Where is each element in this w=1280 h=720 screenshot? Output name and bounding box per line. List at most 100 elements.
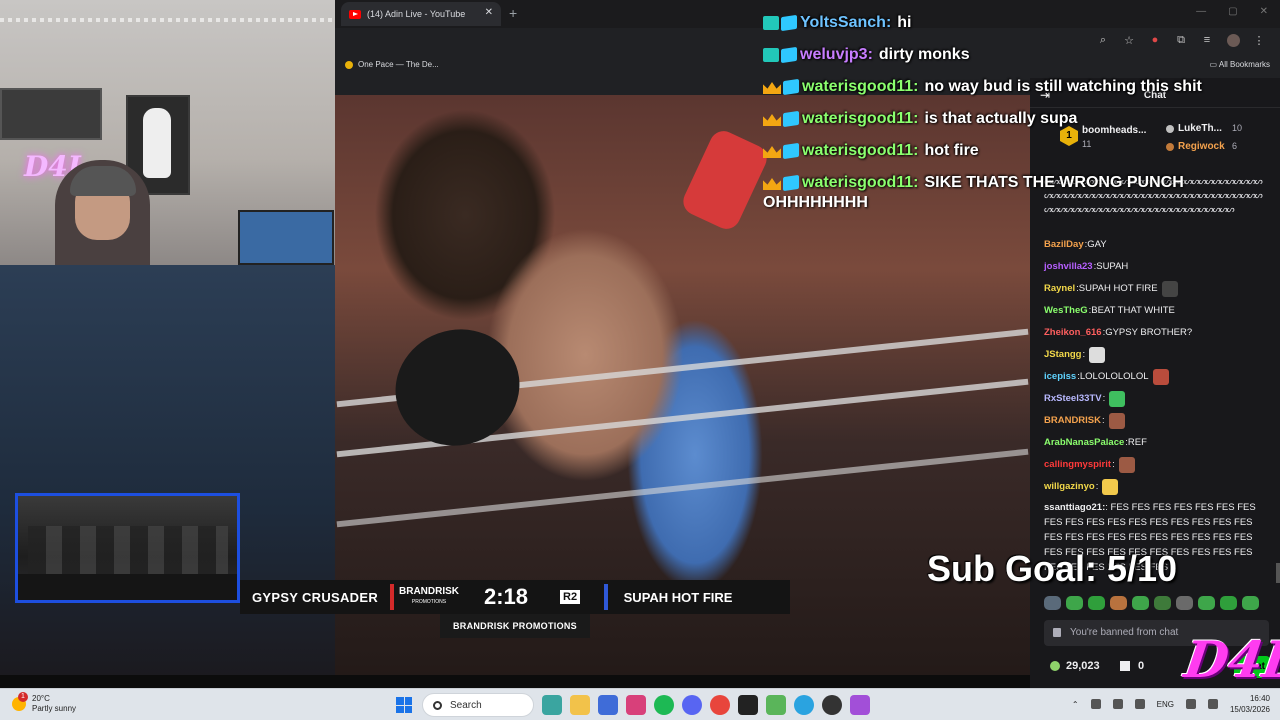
points-value: 29,023 [1066, 660, 1100, 672]
overlay-username: YoltsSanch: [800, 14, 892, 31]
emote-icon[interactable] [1044, 596, 1061, 610]
chat-text: SUPAH [1096, 261, 1129, 272]
chat-message: JStangg: [1044, 344, 1269, 366]
new-tab-button[interactable]: + [509, 5, 517, 21]
overlay-message: hi [897, 14, 912, 31]
red-app-icon[interactable] [822, 695, 842, 715]
overlay-chat-line: waterisgood11: no way bud is still watchi… [763, 76, 1263, 108]
telegram-icon[interactable] [794, 695, 814, 715]
wifi-icon[interactable] [1185, 699, 1196, 709]
chat-separator: : [1095, 481, 1099, 492]
mic-icon[interactable] [1134, 699, 1145, 709]
chat-username[interactable]: Raynel [1044, 280, 1075, 298]
volume-icon[interactable] [1207, 699, 1218, 709]
chat-message: icepiss: LOLOLOLOLOL [1044, 366, 1269, 388]
tab-close-icon[interactable]: ✕ [485, 7, 493, 18]
pc-app-icon[interactable] [738, 695, 758, 715]
overlay-chat-line: YoltsSanch: hi [763, 12, 1263, 44]
emote-icon[interactable] [1176, 596, 1193, 610]
chat-separator: : [1102, 415, 1105, 426]
chat-separator: : [1102, 393, 1106, 404]
chrome-icon[interactable] [710, 695, 730, 715]
emote-icon[interactable] [1132, 596, 1149, 610]
cube-badge-icon [781, 46, 797, 64]
chat-separator: : [1112, 459, 1115, 470]
overlay-message: SIKE THATS THE WRONG PUNCH [924, 174, 1184, 191]
emote-icon [1118, 457, 1135, 473]
search-box[interactable]: Search [422, 693, 534, 717]
points-icon [1050, 661, 1060, 671]
chat-username[interactable]: RxSteel33TV [1044, 390, 1102, 408]
weather-widget[interactable]: 1 20°C Partly sunny [12, 692, 76, 714]
chat-username[interactable]: WesTheG [1044, 302, 1088, 320]
emote-icon[interactable] [1088, 596, 1105, 610]
emote-icon[interactable] [1066, 596, 1083, 610]
gift-icon [1120, 661, 1130, 671]
overlay-username: waterisgood11: [802, 78, 919, 95]
pip-video [15, 493, 240, 603]
store-icon[interactable] [598, 695, 618, 715]
tray-app-icon[interactable] [1112, 699, 1123, 709]
overlay-message: is that actually supa [924, 110, 1078, 127]
chat-scrollbar[interactable] [1276, 563, 1280, 583]
chat-username[interactable]: Zheikon_616 [1044, 324, 1102, 342]
chat-separator: : [1082, 349, 1086, 360]
purple-app-icon[interactable] [850, 695, 870, 715]
chat-username[interactable]: JStangg [1044, 346, 1081, 364]
date: 15/03/2026 [1229, 705, 1270, 714]
chat-message: Zheikon_616: GYPSY BROTHER? [1044, 322, 1269, 344]
tab-youtube[interactable]: (14) Adin Live - YouTube ✕ [341, 2, 501, 26]
clock[interactable]: 16:40 15/03/2026 [1230, 693, 1270, 715]
chat-username[interactable]: joshvilla23 [1044, 258, 1093, 276]
spotify-icon[interactable] [654, 695, 674, 715]
monitor [238, 210, 334, 265]
bookmark-icon [345, 60, 353, 69]
emote-icon[interactable] [1220, 596, 1237, 610]
chat-message: WesTheG: BEAT THAT WHITE [1044, 300, 1269, 322]
chat-username[interactable]: BazilDay [1044, 236, 1084, 254]
chat-message: Raynel: SUPAH HOT FIRE [1044, 278, 1269, 300]
emote-icon[interactable] [1154, 596, 1171, 610]
chat-username[interactable]: ArabNanasPalace [1044, 434, 1124, 452]
chat-username[interactable]: callingmyspirit [1044, 456, 1111, 474]
overlay-message-continued: OHHHHHHHH [763, 194, 868, 211]
chat-username[interactable]: willgazinyo [1044, 478, 1095, 496]
gift-count[interactable]: 0 [1120, 660, 1144, 672]
discord-icon[interactable] [682, 695, 702, 715]
emote-icon[interactable] [1242, 596, 1259, 610]
overlay-message: hot fire [924, 142, 979, 159]
file-explorer-icon[interactable] [570, 695, 590, 715]
start-button[interactable] [394, 695, 414, 715]
chat-username[interactable]: icepiss [1044, 368, 1076, 386]
promo-logo-text: BRANDRISK [399, 586, 459, 597]
chat-messages: BazilDay: GAY joshvilla23: SUPAH Raynel: S… [1044, 234, 1269, 575]
emote-icon[interactable] [1110, 596, 1127, 610]
tray-app-icon[interactable] [1090, 699, 1101, 709]
badge-icon [763, 16, 779, 30]
boxing-glove [379, 312, 536, 463]
cube-badge-icon [783, 142, 799, 160]
language-indicator[interactable]: ENG [1157, 700, 1174, 709]
chat-message: ArabNanasPalace: REF [1044, 432, 1269, 454]
weather-text: 20°C Partly sunny [32, 694, 76, 714]
green-app-icon[interactable] [766, 695, 786, 715]
chat-username[interactable]: ssanttiago21: [1044, 502, 1105, 513]
bookmark-one-pace[interactable]: One Pace — The De... [345, 60, 439, 69]
badge-icon [763, 48, 779, 62]
overlay-username: weluvjp3: [800, 46, 873, 63]
chat-text: SUPAH HOT FIRE [1078, 283, 1158, 294]
instagram-icon[interactable] [626, 695, 646, 715]
chat-message: RxSteel33TV: [1044, 388, 1269, 410]
cube-badge-icon [783, 110, 799, 128]
tray-chevron-icon[interactable]: ⌃ [1072, 700, 1079, 709]
gift-value: 0 [1138, 660, 1145, 672]
chat-username[interactable]: BRANDRISK [1044, 412, 1101, 430]
weather-badge: 1 [18, 692, 28, 702]
streamer-headset [70, 166, 136, 196]
emote-icon[interactable] [1198, 596, 1215, 610]
chat-message: joshvilla23: SUPAH [1044, 256, 1269, 278]
promo-logo: BRANDRISK PROMOTIONS [394, 587, 464, 607]
channel-points[interactable]: 29,023 [1050, 660, 1100, 672]
shoe-app-icon[interactable] [542, 695, 562, 715]
temperature: 20°C [32, 694, 50, 703]
